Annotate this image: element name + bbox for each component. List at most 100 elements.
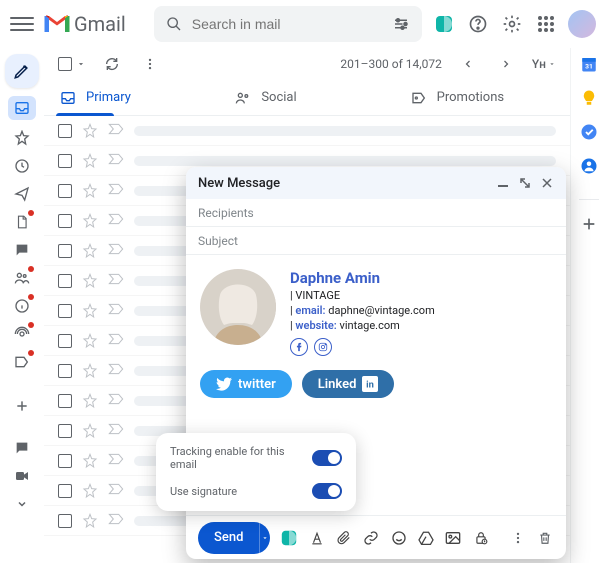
input-lang-toggle[interactable]: Yн [532, 57, 556, 71]
inbox-nav-icon[interactable] [8, 96, 36, 120]
row-checkbox[interactable] [58, 514, 72, 528]
compose-button[interactable] [5, 54, 39, 88]
contacts-app-icon[interactable] [579, 156, 599, 176]
link-icon[interactable] [363, 528, 380, 548]
minimize-icon[interactable] [496, 176, 510, 190]
recipients-field[interactable]: Recipients [186, 199, 566, 227]
more-icon[interactable] [138, 52, 162, 76]
send-button[interactable]: Send [198, 522, 270, 554]
brand-text: Gmail [74, 12, 126, 36]
svg-text:in: in [367, 379, 375, 390]
starred-nav-icon[interactable] [12, 128, 32, 148]
tab-social-label: Social [261, 90, 296, 105]
signature-name: Daphne Amin [290, 269, 435, 287]
select-all-checkbox[interactable] [58, 57, 72, 71]
support-icon[interactable] [466, 12, 490, 36]
apps-icon[interactable] [534, 12, 558, 36]
row-checkbox[interactable] [58, 304, 72, 318]
labels-nav-icon[interactable] [12, 352, 32, 372]
row-checkbox[interactable] [58, 394, 72, 408]
search-options-icon[interactable] [392, 15, 410, 33]
promotions-tab-icon [411, 90, 427, 106]
row-checkbox[interactable] [58, 454, 72, 468]
row-checkbox[interactable] [58, 364, 72, 378]
instagram-icon[interactable] [314, 338, 332, 356]
search-input[interactable] [192, 16, 382, 32]
search-icon [166, 16, 182, 32]
drive-icon[interactable] [417, 528, 434, 548]
signature-avatar [200, 269, 276, 345]
row-checkbox[interactable] [58, 124, 72, 138]
calendar-app-icon[interactable]: 31 [579, 54, 599, 74]
social-tab-icon [235, 90, 251, 106]
add-nav-icon[interactable] [12, 396, 32, 416]
tab-social[interactable]: Social [219, 80, 394, 115]
next-page-icon[interactable] [494, 52, 518, 76]
sent-nav-icon[interactable] [12, 184, 32, 204]
signature-company: | VINTAGE [290, 289, 435, 302]
tab-primary-label: Primary [86, 90, 131, 105]
info-nav-icon[interactable] [12, 296, 32, 316]
expand-nav-icon[interactable] [12, 494, 32, 514]
subject-field[interactable]: Subject [186, 227, 566, 255]
row-checkbox[interactable] [58, 334, 72, 348]
svg-text:31: 31 [585, 63, 593, 71]
tracking-label: Tracking enable for this email [170, 445, 312, 471]
video-nav-icon[interactable] [12, 466, 32, 486]
row-checkbox[interactable] [58, 274, 72, 288]
gmail-logo[interactable]: Gmail [44, 12, 126, 36]
email-row[interactable] [44, 116, 570, 146]
signature-toggle-label: Use signature [170, 485, 237, 498]
signature-toggle[interactable] [312, 483, 342, 499]
inbox-tab-icon [60, 90, 76, 106]
importance-icon[interactable] [108, 123, 124, 139]
ext-toolbar-icon[interactable] [280, 528, 298, 548]
row-checkbox[interactable] [58, 244, 72, 258]
prev-page-icon[interactable] [456, 52, 480, 76]
snoozed-nav-icon[interactable] [12, 156, 32, 176]
chat-nav-icon[interactable] [12, 240, 32, 260]
tracking-popup: Tracking enable for this email Use signa… [156, 433, 356, 511]
compose-title: New Message [198, 176, 280, 191]
main-menu-button[interactable] [10, 12, 34, 36]
tab-promotions[interactable]: Promotions [395, 80, 570, 115]
star-icon[interactable] [82, 123, 98, 139]
pagination-text: 201–300 of 14,072 [340, 57, 441, 71]
format-icon[interactable] [308, 528, 325, 548]
discard-icon[interactable] [537, 528, 554, 548]
more-options-icon[interactable] [509, 528, 526, 548]
row-checkbox[interactable] [58, 184, 72, 198]
twitter-button[interactable]: twitter [200, 370, 292, 398]
signature-website: | website: vintage.com [290, 319, 435, 332]
row-checkbox[interactable] [58, 424, 72, 438]
tasks-app-icon[interactable] [579, 122, 599, 142]
row-checkbox[interactable] [58, 484, 72, 498]
extension-icon[interactable] [432, 12, 456, 36]
attach-icon[interactable] [336, 528, 353, 548]
linkedin-button[interactable]: Linked in [302, 370, 395, 398]
image-icon[interactable] [445, 528, 462, 548]
tracking-toggle[interactable] [312, 450, 342, 466]
account-avatar[interactable] [568, 10, 596, 38]
row-checkbox[interactable] [58, 154, 72, 168]
tab-primary[interactable]: Primary [44, 80, 219, 115]
emoji-icon[interactable] [390, 528, 407, 548]
send-options-icon[interactable] [259, 522, 270, 554]
comment-nav-icon[interactable] [12, 438, 32, 458]
keep-app-icon[interactable] [579, 88, 599, 108]
refresh-icon[interactable] [100, 52, 124, 76]
confidential-icon[interactable] [472, 528, 489, 548]
contacts-nav-icon[interactable] [12, 268, 32, 288]
row-checkbox[interactable] [58, 214, 72, 228]
broadcast-nav-icon[interactable] [12, 324, 32, 344]
signature-email: | email: daphne@vintage.com [290, 304, 435, 317]
tab-promotions-label: Promotions [437, 90, 504, 105]
select-dropdown-icon[interactable] [76, 59, 86, 69]
close-icon[interactable] [540, 176, 554, 190]
addons-plus-icon[interactable] [579, 214, 599, 234]
settings-icon[interactable] [500, 12, 524, 36]
fullscreen-icon[interactable] [518, 176, 532, 190]
facebook-icon[interactable] [290, 338, 308, 356]
drafts-nav-icon[interactable] [12, 212, 32, 232]
search-bar[interactable] [154, 6, 422, 42]
